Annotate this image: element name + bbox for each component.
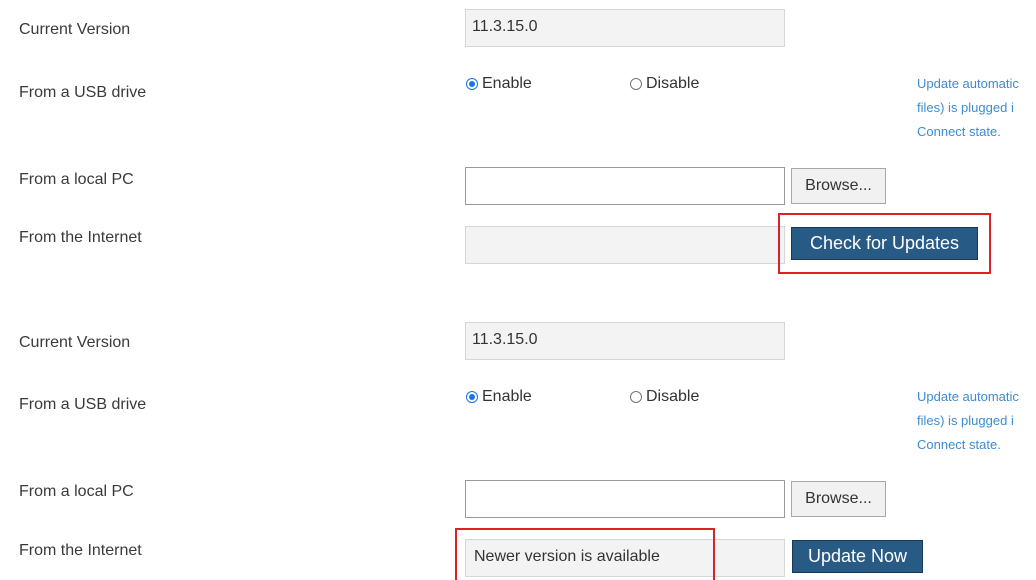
internet-status-field: [465, 226, 785, 264]
internet-label: From the Internet: [19, 542, 142, 559]
local-pc-label: From a local PC: [19, 171, 134, 188]
radio-checked-icon[interactable]: [466, 78, 478, 90]
usb-drive-label: From a USB drive: [19, 396, 147, 413]
usb-enable-radio[interactable]: Enable: [466, 75, 532, 93]
usb-hint-text: Update automatic files) is plugged i Con…: [917, 72, 1036, 144]
local-pc-label: From a local PC: [19, 483, 134, 500]
current-version-label: Current Version: [19, 334, 131, 351]
usb-hint-text: Update automatic files) is plugged i Con…: [917, 385, 1036, 457]
check-for-updates-button[interactable]: Check for Updates: [791, 227, 978, 260]
current-version-field: 11.3.15.0: [465, 322, 785, 360]
local-pc-file-input[interactable]: [465, 167, 785, 205]
usb-enable-radio[interactable]: Enable: [466, 388, 532, 406]
usb-disable-radio[interactable]: Disable: [630, 388, 699, 406]
hint-line: Connect state.: [917, 437, 1001, 452]
usb-enable-label: Enable: [482, 388, 532, 405]
browse-button[interactable]: Browse...: [791, 481, 886, 517]
hint-line: Connect state.: [917, 124, 1001, 139]
usb-disable-radio[interactable]: Disable: [630, 75, 699, 93]
hint-line: files) is plugged i: [917, 413, 1014, 428]
usb-enable-label: Enable: [482, 75, 532, 92]
radio-unchecked-icon[interactable]: [630, 391, 642, 403]
update-now-button[interactable]: Update Now: [792, 540, 923, 573]
hint-line: files) is plugged i: [917, 100, 1014, 115]
current-version-label: Current Version: [19, 21, 131, 38]
usb-disable-label: Disable: [646, 388, 700, 405]
usb-drive-label: From a USB drive: [19, 84, 147, 101]
usb-disable-label: Disable: [646, 75, 700, 92]
internet-label: From the Internet: [19, 229, 142, 246]
hint-line: Update automatic: [917, 389, 1019, 404]
radio-unchecked-icon[interactable]: [630, 78, 642, 90]
radio-checked-icon[interactable]: [466, 391, 478, 403]
browse-button[interactable]: Browse...: [791, 168, 886, 204]
hint-line: Update automatic: [917, 76, 1019, 91]
firmware-update-page: Current Version 11.3.15.0 From a USB dri…: [0, 0, 1036, 580]
local-pc-file-input[interactable]: [465, 480, 785, 518]
current-version-field: 11.3.15.0: [465, 9, 785, 47]
internet-status-field: Newer version is available: [465, 539, 785, 577]
